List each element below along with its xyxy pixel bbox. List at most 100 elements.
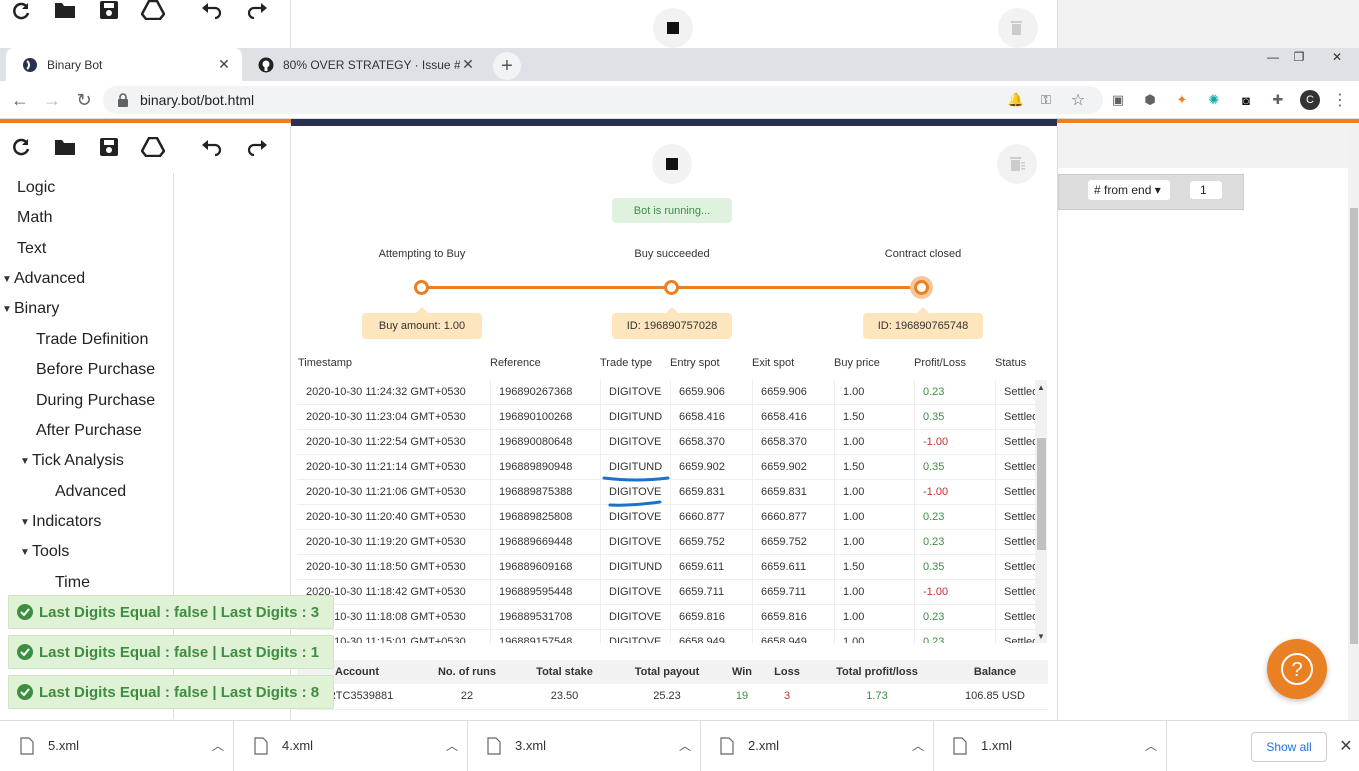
close-tab-icon[interactable]: ✕ [460, 56, 476, 73]
reset-button[interactable] [8, 134, 34, 160]
table-row[interactable]: 2020-10-30 11:23:04 GMT+0530 196890100268… [297, 405, 1035, 430]
toolbox-item-advanced[interactable]: ▼ Advanced [0, 264, 174, 294]
download-item[interactable]: 3.xml ︿ [467, 720, 701, 771]
table-row[interactable]: 2020-10-30 11:18:42 GMT+0530 196889595448… [297, 580, 1035, 605]
key-icon[interactable]: ⚿ [1036, 90, 1056, 110]
download-item[interactable]: 1.xml ︿ [933, 720, 1167, 771]
google-drive-button[interactable] [140, 134, 166, 160]
column-header: Trade type [600, 357, 653, 369]
download-item[interactable]: 2.xml ︿ [700, 720, 934, 771]
notifications-blocked-icon[interactable]: 🔔 [1006, 90, 1026, 110]
chevron-up-icon[interactable]: ︿ [1136, 737, 1166, 754]
summary-header-cell: Win [731, 666, 753, 678]
undo-button[interactable] [199, 134, 225, 160]
toolbox-item-tick-advanced[interactable]: Advanced [0, 477, 174, 507]
toolbox-item-during-purchase[interactable]: During Purchase [0, 386, 174, 416]
stop-bot-button[interactable] [652, 144, 692, 184]
close-tab-icon[interactable]: ✕ [216, 56, 232, 73]
toolbox-item-math[interactable]: Math [0, 203, 174, 233]
table-row[interactable]: 2020-10-30 11:24:32 GMT+0530 196890267368… [297, 380, 1035, 405]
toolbox-item-after-purchase[interactable]: After Purchase [0, 416, 174, 446]
clear-stats-button[interactable] [997, 144, 1037, 184]
save-button[interactable] [96, 134, 122, 160]
scroll-up-icon[interactable]: ▲ [1037, 383, 1045, 392]
extensions-puzzle-icon[interactable]: ✚ [1268, 90, 1288, 110]
toolbox-item-tools[interactable]: ▼ Tools [0, 537, 174, 567]
cell-buy-price: 1.50 [834, 405, 914, 430]
chevron-up-icon[interactable]: ︿ [903, 737, 933, 754]
back-icon[interactable]: ← [8, 88, 32, 112]
cell-exit-spot: 6659.816 [752, 605, 834, 630]
toolbox-item-tick-analysis[interactable]: ▼ Tick Analysis [0, 446, 174, 476]
cell-profit-loss: 0.35 [914, 555, 995, 580]
table-row[interactable]: 2020-10-30 11:19:20 GMT+0530 196889669448… [297, 530, 1035, 555]
step-label-attempting: Attempting to Buy [378, 248, 466, 260]
check-circle-icon [17, 644, 33, 660]
background-clear-button [998, 8, 1038, 48]
download-item[interactable]: 4.xml ︿ [234, 720, 468, 771]
show-all-downloads-button[interactable]: Show all [1251, 732, 1327, 762]
cell-profit-loss: 0.23 [914, 605, 995, 630]
download-filename: 4.xml [282, 738, 314, 753]
menu-dots-icon[interactable]: ⋮ [1330, 90, 1350, 110]
close-window-icon[interactable]: ✕ [1318, 48, 1356, 66]
table-scrollbar-thumb[interactable] [1037, 438, 1046, 550]
cell-entry-spot: 6658.949 [670, 630, 752, 643]
toolbox-item-text[interactable]: Text [0, 234, 174, 264]
redo-button[interactable] [244, 134, 270, 160]
workspace-scrollbar-thumb[interactable] [1350, 208, 1358, 644]
toolbox-item-trade-definition[interactable]: Trade Definition [0, 325, 174, 355]
load-button[interactable] [52, 134, 78, 160]
extension-person-icon[interactable]: ✦ [1172, 90, 1192, 110]
cell-entry-spot: 6659.906 [670, 380, 752, 405]
table-row[interactable]: 2020-10-30 11:18:50 GMT+0530 196889609168… [297, 555, 1035, 580]
cell-buy-price: 1.00 [834, 480, 914, 505]
toolbox-item-before-purchase[interactable]: Before Purchase [0, 355, 174, 385]
index-number-field[interactable]: 1 [1190, 181, 1222, 199]
table-row[interactable]: 2020-10-30 11:15:01 GMT+0530 196889157548… [297, 630, 1035, 643]
toolbox-item-binary[interactable]: ▼ Binary [0, 294, 174, 324]
close-downloads-icon[interactable]: ✕ [1336, 736, 1356, 756]
tab-github-issue[interactable]: 80% OVER STRATEGY · Issue #30 ✕ [242, 48, 486, 81]
summary-balance: 106.85 USD [965, 690, 1025, 702]
file-icon [953, 736, 967, 755]
restore-icon[interactable]: ❐ [1280, 48, 1318, 66]
new-tab-button[interactable]: + [493, 52, 521, 80]
blockly-workspace-right[interactable] [1058, 124, 1348, 720]
extension-gear-icon[interactable]: ✺ [1204, 90, 1224, 110]
cell-profit-loss: 0.35 [914, 455, 995, 480]
extension-shield-icon[interactable]: ⬢ [1140, 90, 1160, 110]
cell-buy-price: 1.00 [834, 505, 914, 530]
bookmark-star-icon[interactable]: ☆ [1068, 90, 1088, 110]
notification-toast[interactable]: Last Digits Equal : false | Last Digits … [8, 675, 335, 709]
table-row[interactable]: 2020-10-30 11:22:54 GMT+0530 196890080648… [297, 430, 1035, 455]
table-row[interactable]: 2020-10-30 11:18:08 GMT+0530 196889531708… [297, 605, 1035, 630]
scroll-down-icon[interactable]: ▼ [1037, 632, 1045, 641]
cell-profit-loss: 0.35 [914, 405, 995, 430]
cell-entry-spot: 6659.816 [670, 605, 752, 630]
toolbox-item-time[interactable]: Time [0, 568, 174, 598]
help-button[interactable]: ? [1267, 639, 1327, 699]
from-end-dropdown[interactable]: # from end ▾ [1088, 180, 1170, 200]
notification-toast[interactable]: Last Digits Equal : false | Last Digits … [8, 595, 335, 629]
cell-trade-type: DIGITOVE [600, 530, 670, 555]
toolbox-item-indicators[interactable]: ▼ Indicators [0, 507, 174, 537]
chevron-up-icon[interactable]: ︿ [203, 737, 233, 754]
reload-icon[interactable]: ↻ [72, 88, 96, 112]
extension-mask-icon[interactable]: ◙ [1236, 90, 1256, 110]
download-item[interactable]: 5.xml ︿ [0, 720, 234, 771]
forward-icon[interactable]: → [40, 88, 64, 112]
notification-toast[interactable]: Last Digits Equal : false | Last Digits … [8, 635, 335, 669]
chevron-up-icon[interactable]: ︿ [670, 737, 700, 754]
cell-exit-spot: 6658.949 [752, 630, 834, 643]
cell-status: Settled [995, 380, 1035, 405]
chevron-up-icon[interactable]: ︿ [437, 737, 467, 754]
profile-avatar[interactable]: C [1300, 90, 1320, 110]
extension-cast-icon[interactable]: ▣ [1108, 90, 1128, 110]
toolbox-item-logic[interactable]: Logic [0, 173, 174, 203]
tab-binary-bot[interactable]: Binary Bot ✕ [6, 48, 242, 81]
cell-profit-loss: 0.23 [914, 630, 995, 643]
download-filename: 2.xml [748, 738, 780, 753]
cell-reference: 196889890948 [490, 455, 600, 480]
notification-text: Last Digits Equal : false | Last Digits … [39, 643, 320, 661]
